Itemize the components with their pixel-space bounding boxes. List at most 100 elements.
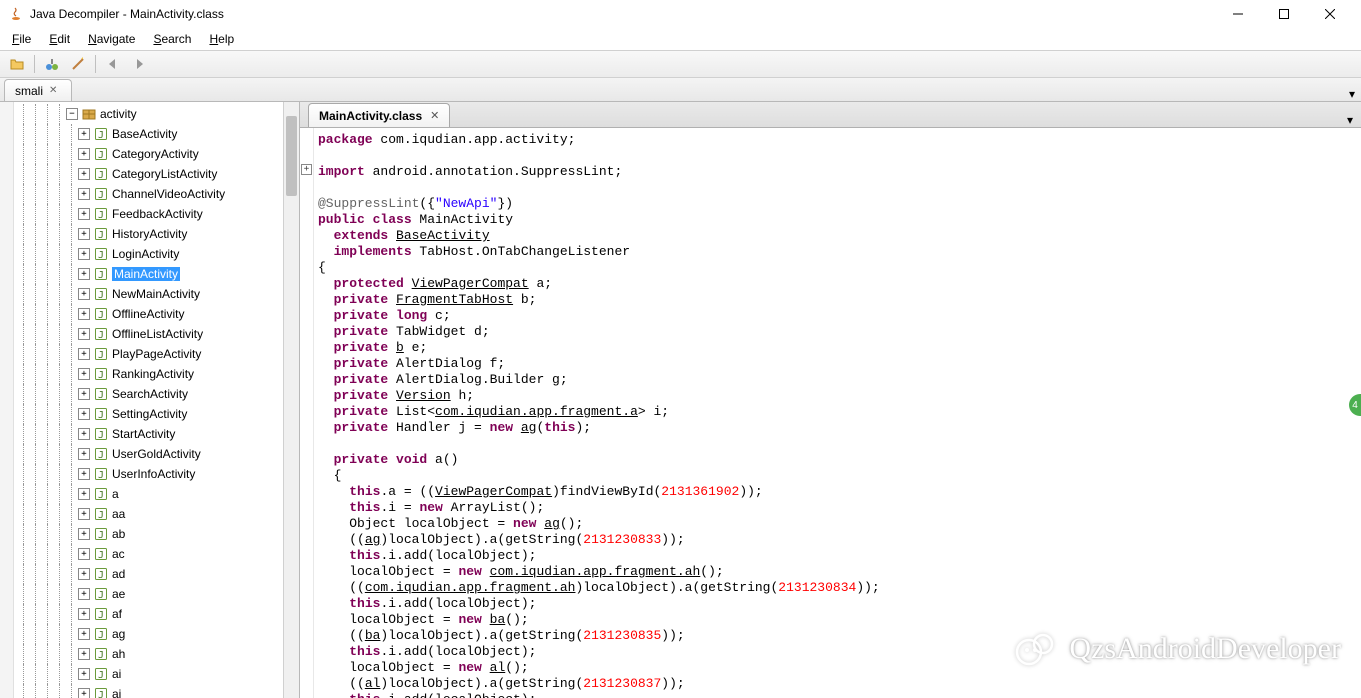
tree-node-ai[interactable]: +Jai xyxy=(14,664,283,684)
tree-expand-icon[interactable]: + xyxy=(78,548,90,560)
tree-node-activity[interactable]: −activity xyxy=(14,104,283,124)
close-icon[interactable]: ✕ xyxy=(430,109,439,122)
tree-node-feedbackactivity[interactable]: +JFeedbackActivity xyxy=(14,204,283,224)
tree-expand-icon[interactable]: + xyxy=(78,688,90,698)
menu-help[interactable]: Help xyxy=(201,30,242,48)
tree-expand-icon[interactable]: + xyxy=(78,448,90,460)
class-icon: J xyxy=(94,187,108,201)
close-icon[interactable]: ✕ xyxy=(49,85,57,96)
fold-expand-icon[interactable]: + xyxy=(301,164,312,175)
tree-node-offlinelistactivity[interactable]: +JOfflineListActivity xyxy=(14,324,283,344)
tree-node-categoryactivity[interactable]: +JCategoryActivity xyxy=(14,144,283,164)
class-icon: J xyxy=(94,287,108,301)
scroll-thumb[interactable] xyxy=(286,116,297,196)
tree-node-searchactivity[interactable]: +JSearchActivity xyxy=(14,384,283,404)
tree-expand-icon[interactable]: + xyxy=(78,388,90,400)
tree-expand-icon[interactable]: + xyxy=(78,608,90,620)
project-tab-smali[interactable]: smali ✕ xyxy=(4,79,72,101)
tree-node-aa[interactable]: +Jaa xyxy=(14,504,283,524)
tree-node-mainactivity[interactable]: +JMainActivity xyxy=(14,264,283,284)
tree-expand-icon[interactable]: + xyxy=(78,328,90,340)
arrow-left-icon[interactable] xyxy=(102,53,124,75)
tree-expand-icon[interactable]: + xyxy=(78,288,90,300)
code-area[interactable]: package com.iqudian.app.activity; import… xyxy=(314,128,1361,698)
tree-expand-icon[interactable]: + xyxy=(78,348,90,360)
menu-edit[interactable]: Edit xyxy=(41,30,78,48)
tree-node-newmainactivity[interactable]: +JNewMainActivity xyxy=(14,284,283,304)
tree-node-ac[interactable]: +Jac xyxy=(14,544,283,564)
tree-node-rankingactivity[interactable]: +JRankingActivity xyxy=(14,364,283,384)
arrow-right-icon[interactable] xyxy=(128,53,150,75)
tree-node-af[interactable]: +Jaf xyxy=(14,604,283,624)
menu-search[interactable]: Search xyxy=(145,30,199,48)
svg-text:J: J xyxy=(98,430,104,441)
tree-expand-icon[interactable]: + xyxy=(78,468,90,480)
tree-node-channelvideoactivity[interactable]: +JChannelVideoActivity xyxy=(14,184,283,204)
tree-expand-icon[interactable]: + xyxy=(78,508,90,520)
menu-file[interactable]: File xyxy=(4,30,39,48)
tree-expand-icon[interactable]: + xyxy=(78,168,90,180)
tree-node-ad[interactable]: +Jad xyxy=(14,564,283,584)
tree-expand-icon[interactable]: + xyxy=(78,628,90,640)
tree-scrollbar[interactable] xyxy=(283,102,299,698)
tree-expand-icon[interactable]: + xyxy=(78,588,90,600)
wand-icon[interactable] xyxy=(67,53,89,75)
tree-node-userinfoactivity[interactable]: +JUserInfoActivity xyxy=(14,464,283,484)
tree-expand-icon[interactable]: + xyxy=(78,148,90,160)
tree-expand-icon[interactable]: + xyxy=(78,188,90,200)
close-button[interactable] xyxy=(1307,0,1353,28)
tree-expand-icon[interactable]: + xyxy=(78,368,90,380)
tree-node-ah[interactable]: +Jah xyxy=(14,644,283,664)
class-icon: J xyxy=(94,627,108,641)
tree-node-baseactivity[interactable]: +JBaseActivity xyxy=(14,124,283,144)
class-icon: J xyxy=(94,687,108,698)
tree-expand-icon[interactable]: + xyxy=(78,528,90,540)
tree-node-aj[interactable]: +Jaj xyxy=(14,684,283,698)
tree-expand-icon[interactable]: + xyxy=(78,668,90,680)
tree-expand-icon[interactable]: + xyxy=(78,128,90,140)
tree-node-historyactivity[interactable]: +JHistoryActivity xyxy=(14,224,283,244)
svg-text:J: J xyxy=(98,510,104,521)
open-folder-icon[interactable] xyxy=(6,53,28,75)
svg-text:J: J xyxy=(98,650,104,661)
chevron-down-icon[interactable]: ▾ xyxy=(1347,113,1353,127)
tree-node-playpageactivity[interactable]: +JPlayPageActivity xyxy=(14,344,283,364)
chevron-down-icon[interactable]: ▾ xyxy=(1349,87,1355,101)
tree-node-settingactivity[interactable]: +JSettingActivity xyxy=(14,404,283,424)
menu-navigate[interactable]: Navigate xyxy=(80,30,143,48)
svg-text:J: J xyxy=(98,270,104,281)
tree-expand-icon[interactable]: + xyxy=(78,308,90,320)
tree-expand-icon[interactable]: + xyxy=(78,268,90,280)
class-icon: J xyxy=(94,267,108,281)
tree-node-offlineactivity[interactable]: +JOfflineActivity xyxy=(14,304,283,324)
tree-expand-icon[interactable]: + xyxy=(78,228,90,240)
tree-expand-icon[interactable]: + xyxy=(78,568,90,580)
svg-text:J: J xyxy=(98,490,104,501)
tree-node-a[interactable]: +Ja xyxy=(14,484,283,504)
editor-tab-mainactivity[interactable]: MainActivity.class ✕ xyxy=(308,103,450,127)
tree-node-categorylistactivity[interactable]: +JCategoryListActivity xyxy=(14,164,283,184)
tree-node-ab[interactable]: +Jab xyxy=(14,524,283,544)
tree-expand-icon[interactable]: + xyxy=(78,408,90,420)
tree-node-ae[interactable]: +Jae xyxy=(14,584,283,604)
package-tree[interactable]: −activity+JBaseActivity+JCategoryActivit… xyxy=(14,102,283,698)
tree-expand-icon[interactable]: + xyxy=(78,428,90,440)
toolbar-separator xyxy=(95,55,96,73)
editor-tab-row: MainActivity.class ✕ ▾ xyxy=(300,102,1361,128)
tree-node-usergoldactivity[interactable]: +JUserGoldActivity xyxy=(14,444,283,464)
tree-expand-icon[interactable]: + xyxy=(78,488,90,500)
tree-node-loginactivity[interactable]: +JLoginActivity xyxy=(14,244,283,264)
tree-expand-icon[interactable]: + xyxy=(78,208,90,220)
tree-collapse-icon[interactable]: − xyxy=(66,108,78,120)
tab-label: smali xyxy=(15,84,43,98)
package-icon xyxy=(82,107,96,121)
save-icon[interactable] xyxy=(41,53,63,75)
class-icon: J xyxy=(94,147,108,161)
tree-node-ag[interactable]: +Jag xyxy=(14,624,283,644)
class-icon: J xyxy=(94,167,108,181)
tree-expand-icon[interactable]: + xyxy=(78,248,90,260)
tree-node-startactivity[interactable]: +JStartActivity xyxy=(14,424,283,444)
maximize-button[interactable] xyxy=(1261,0,1307,28)
tree-expand-icon[interactable]: + xyxy=(78,648,90,660)
minimize-button[interactable] xyxy=(1215,0,1261,28)
